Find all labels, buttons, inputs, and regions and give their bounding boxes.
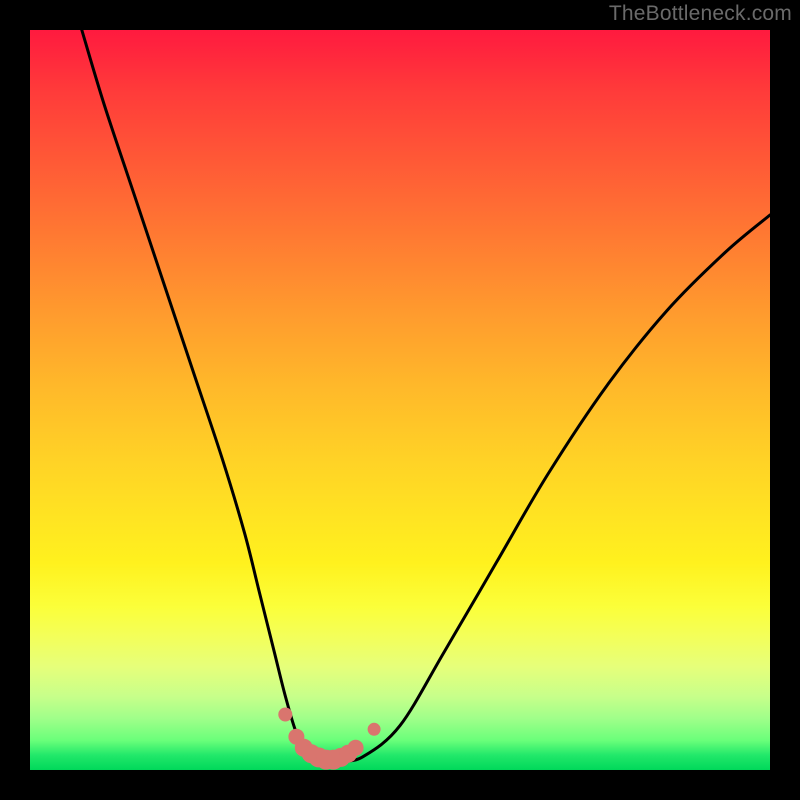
- marker-dot: [348, 740, 364, 756]
- marker-dot: [278, 708, 292, 722]
- chart-svg: [30, 30, 770, 770]
- marker-dot: [368, 723, 381, 736]
- highlight-markers: [278, 708, 380, 770]
- outer-frame: TheBottleneck.com: [0, 0, 800, 800]
- watermark-text: TheBottleneck.com: [609, 2, 792, 26]
- plot-area: [30, 30, 770, 770]
- bottleneck-curve: [82, 30, 770, 762]
